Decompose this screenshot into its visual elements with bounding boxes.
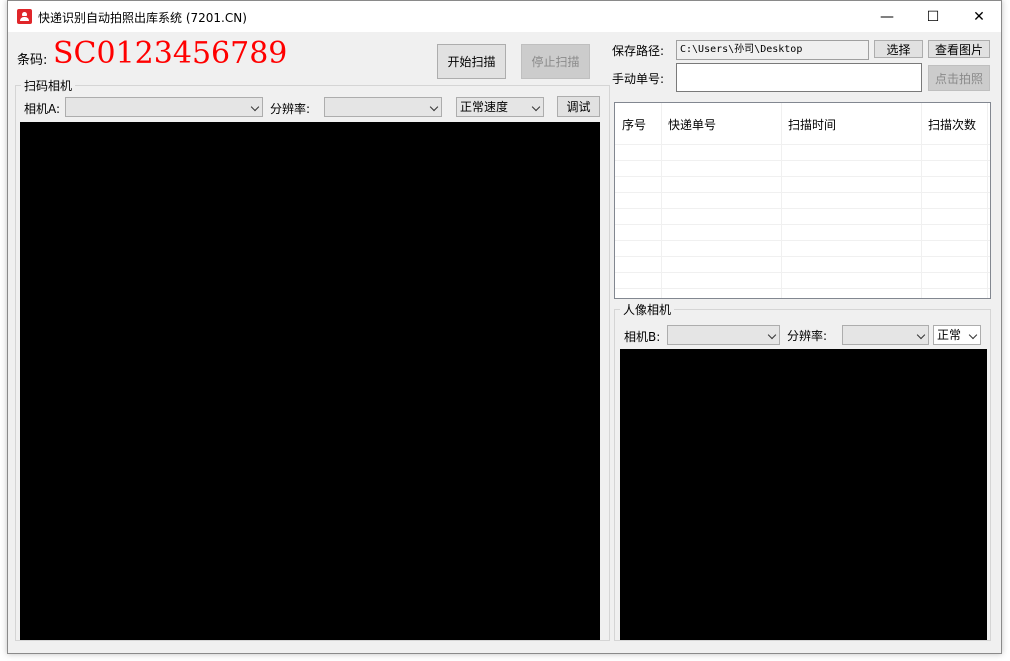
grid-divider: [615, 288, 990, 289]
camera-a-label: 相机A:: [24, 102, 61, 116]
resolution-b-label: 分辨率:: [787, 329, 828, 343]
grid-divider: [615, 144, 990, 145]
chevron-down-icon: [250, 102, 260, 112]
resolution-a-label: 分辨率:: [270, 102, 311, 116]
grid-divider: [615, 192, 990, 193]
manual-number-label: 手动单号:: [612, 72, 665, 86]
resolution-a-select[interactable]: [324, 97, 442, 117]
minimize-button[interactable]: —: [864, 1, 910, 32]
chevron-down-icon: [531, 102, 541, 112]
chevron-down-icon: [767, 330, 777, 340]
grid-divider: [781, 103, 782, 298]
column-header-tracking-number[interactable]: 快递单号: [668, 116, 716, 133]
barcode-label: 条码:: [17, 53, 48, 68]
start-scan-button[interactable]: 开始扫描: [437, 44, 506, 79]
grid-divider: [921, 103, 922, 298]
camera-b-label: 相机B:: [624, 330, 661, 344]
scan-camera-title: 扫码相机: [21, 77, 76, 94]
capture-photo-button[interactable]: 点击拍照: [928, 65, 990, 91]
portrait-speed-value: 正常: [937, 328, 962, 342]
portrait-camera-preview: [620, 349, 987, 640]
chevron-down-icon: [429, 102, 439, 112]
barcode-value: SC0123456789: [53, 36, 288, 71]
resolution-b-select[interactable]: [842, 325, 929, 345]
grid-divider: [615, 176, 990, 177]
debug-button[interactable]: 调试: [557, 96, 600, 117]
chevron-down-icon: [916, 330, 926, 340]
column-header-scan-count[interactable]: 扫描次数: [928, 116, 976, 133]
column-header-index[interactable]: 序号: [622, 116, 646, 133]
grid-divider: [615, 272, 990, 273]
camera-b-select[interactable]: [667, 325, 780, 345]
grid-divider: [615, 256, 990, 257]
maximize-button[interactable]: ☐: [910, 1, 956, 32]
scan-speed-select[interactable]: 正常速度: [456, 97, 544, 117]
grid-divider: [615, 240, 990, 241]
manual-number-input[interactable]: [676, 63, 922, 92]
choose-path-button[interactable]: 选择: [874, 40, 923, 58]
view-images-button[interactable]: 查看图片: [928, 40, 990, 58]
grid-divider: [987, 103, 988, 298]
portrait-speed-select[interactable]: 正常: [933, 325, 981, 345]
user-icon: [17, 9, 32, 24]
scan-records-table[interactable]: 序号 快递单号 扫描时间 扫描次数: [614, 102, 991, 299]
close-button[interactable]: ✕: [956, 1, 1002, 32]
window-title: 快递识别自动拍照出库系统 (7201.CN): [38, 11, 247, 25]
camera-a-select[interactable]: [65, 97, 263, 117]
scan-camera-preview: [20, 122, 600, 640]
save-path-label: 保存路径:: [612, 44, 665, 58]
grid-divider: [615, 208, 990, 209]
portrait-camera-title: 人像相机: [620, 301, 675, 318]
app-window: 快递识别自动拍照出库系统 (7201.CN) — ☐ ✕ 条码: SC01234…: [7, 0, 1002, 654]
column-header-scan-time[interactable]: 扫描时间: [788, 116, 836, 133]
scan-speed-value: 正常速度: [460, 100, 509, 114]
stop-scan-button[interactable]: 停止扫描: [521, 44, 590, 79]
grid-divider: [615, 160, 990, 161]
save-path-field[interactable]: C:\Users\孙司\Desktop: [676, 40, 869, 60]
grid-divider: [661, 103, 662, 298]
title-bar: 快递识别自动拍照出库系统 (7201.CN) — ☐ ✕: [8, 1, 1001, 32]
grid-divider: [615, 224, 990, 225]
chevron-down-icon: [968, 330, 978, 340]
